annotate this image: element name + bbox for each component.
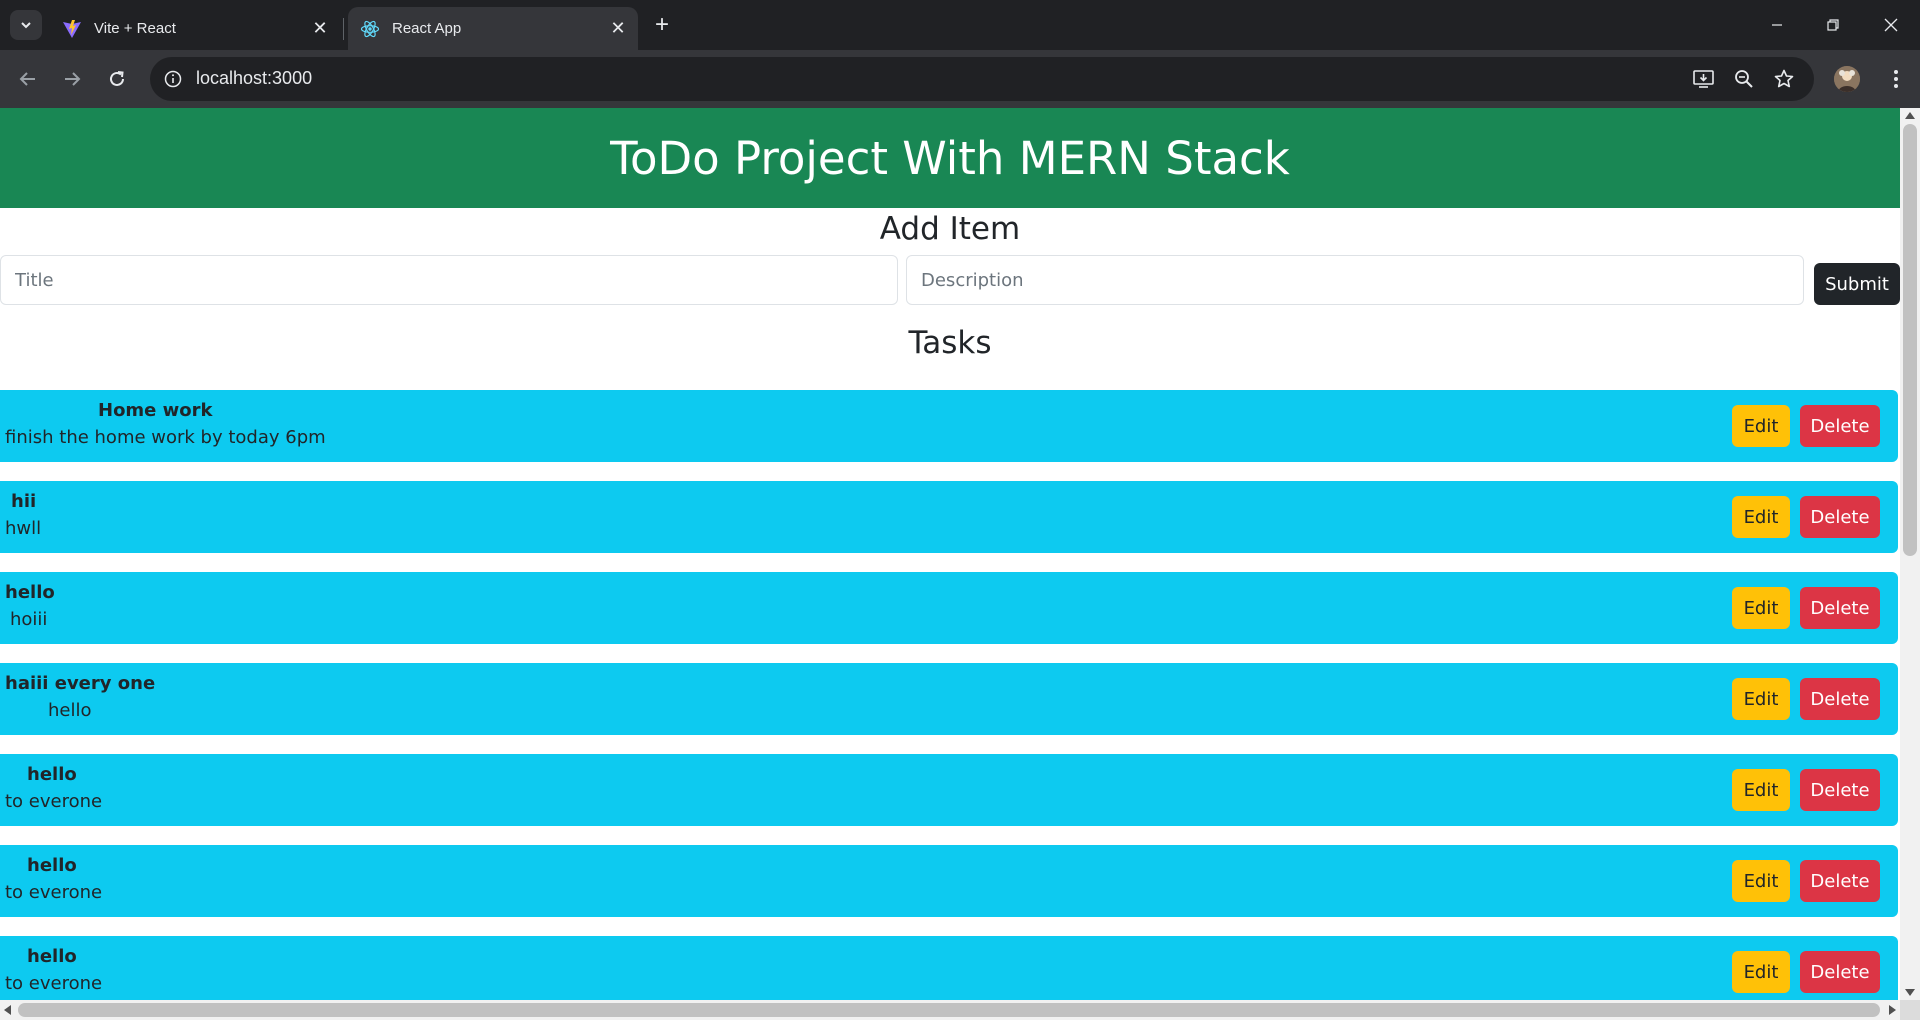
tab-strip: Vite + React ✕ React App ✕ +: [0, 0, 1920, 50]
edit-button[interactable]: Edit: [1732, 860, 1790, 902]
vite-icon: [62, 19, 82, 39]
task-description: to everone: [5, 791, 103, 812]
tab-search-button[interactable]: [10, 10, 42, 40]
scroll-right-icon[interactable]: [1889, 1005, 1896, 1015]
reload-icon: [110, 71, 124, 86]
page-viewport: ToDo Project With MERN Stack Add Item Su…: [0, 108, 1900, 1000]
task-description: hello: [48, 700, 92, 721]
scroll-left-icon[interactable]: [4, 1005, 11, 1015]
task-description: hwll: [5, 518, 42, 539]
task-title: Home work: [98, 400, 213, 421]
description-input[interactable]: [906, 255, 1804, 305]
tab-vite-react[interactable]: Vite + React ✕: [50, 7, 340, 50]
task-title: hello: [27, 946, 77, 967]
edit-button[interactable]: Edit: [1732, 769, 1790, 811]
task-item: hello hoiii Edit Delete: [0, 572, 1898, 644]
more-vert-icon: [1894, 70, 1898, 88]
task-item: hello to everone Edit Delete: [0, 754, 1898, 826]
delete-button[interactable]: Delete: [1800, 860, 1880, 902]
browser-toolbar: localhost:3000: [0, 50, 1920, 108]
edit-button[interactable]: Edit: [1732, 405, 1790, 447]
scrollbar-thumb[interactable]: [1903, 124, 1917, 556]
task-title: hello: [27, 764, 77, 785]
vertical-scrollbar[interactable]: [1900, 108, 1920, 1000]
edit-button[interactable]: Edit: [1732, 678, 1790, 720]
tasks-heading: Tasks: [908, 325, 992, 361]
forward-button[interactable]: [56, 63, 88, 95]
page-header: ToDo Project With MERN Stack: [0, 108, 1900, 208]
task-item: hello to everone Edit Delete: [0, 936, 1898, 1000]
task-item: haiii every one hello Edit Delete: [0, 663, 1898, 735]
scrollbar-corner: [1900, 1000, 1920, 1020]
react-icon: [360, 19, 380, 39]
scrollbar-thumb[interactable]: [18, 1003, 1880, 1017]
task-description: hoiii: [10, 609, 48, 630]
tab-title: React App: [392, 20, 462, 37]
minimize-button[interactable]: [1754, 0, 1800, 50]
back-button[interactable]: [12, 63, 44, 95]
tab-separator: [343, 18, 344, 40]
scroll-up-icon[interactable]: [1905, 112, 1915, 119]
restore-icon: [1827, 19, 1839, 31]
task-list: Home work finish the home work by today …: [0, 390, 1900, 1000]
restore-button[interactable]: [1810, 0, 1856, 50]
page-title: ToDo Project With MERN Stack: [610, 131, 1290, 185]
task-title: hii: [11, 491, 37, 512]
task-item: hello to everone Edit Delete: [0, 845, 1898, 917]
tab-react-app[interactable]: React App ✕: [348, 7, 638, 50]
add-item-heading: Add Item: [879, 211, 1021, 247]
edit-button[interactable]: Edit: [1732, 496, 1790, 538]
delete-button[interactable]: Delete: [1800, 496, 1880, 538]
task-item: hii hwll Edit Delete: [0, 481, 1898, 553]
address-bar[interactable]: localhost:3000: [150, 57, 1814, 101]
task-title: hello: [5, 582, 55, 603]
scroll-down-icon[interactable]: [1905, 989, 1915, 996]
close-icon[interactable]: ✕: [308, 17, 332, 41]
task-description: to everone: [5, 882, 103, 903]
arrow-left-icon: [19, 72, 35, 86]
submit-button[interactable]: Submit: [1814, 263, 1900, 305]
zoom-out-icon[interactable]: [1732, 67, 1756, 91]
profile-avatar[interactable]: [1834, 66, 1860, 92]
site-info-icon[interactable]: [162, 68, 184, 90]
delete-button[interactable]: Delete: [1800, 769, 1880, 811]
install-app-icon[interactable]: [1692, 67, 1716, 91]
task-item: Home work finish the home work by today …: [0, 390, 1898, 462]
task-description: finish the home work by today 6pm: [5, 427, 326, 448]
task-description: to everone: [5, 973, 103, 994]
horizontal-scrollbar[interactable]: [0, 1000, 1900, 1020]
reload-button[interactable]: [101, 63, 133, 95]
more-menu-button[interactable]: [1880, 63, 1912, 95]
close-icon: [1884, 18, 1898, 32]
edit-button[interactable]: Edit: [1732, 587, 1790, 629]
delete-button[interactable]: Delete: [1800, 678, 1880, 720]
task-title: haiii every one: [5, 673, 156, 694]
delete-button[interactable]: Delete: [1800, 587, 1880, 629]
window-close-button[interactable]: [1868, 0, 1914, 50]
url-text[interactable]: localhost:3000: [196, 68, 312, 89]
delete-button[interactable]: Delete: [1800, 405, 1880, 447]
edit-button[interactable]: Edit: [1732, 951, 1790, 993]
task-title: hello: [27, 855, 77, 876]
title-input[interactable]: [0, 255, 898, 305]
close-icon[interactable]: ✕: [606, 17, 630, 41]
chevron-down-icon: [21, 22, 31, 29]
tab-title: Vite + React: [94, 20, 176, 37]
delete-button[interactable]: Delete: [1800, 951, 1880, 993]
minimize-icon: [1772, 24, 1782, 26]
bookmark-star-icon[interactable]: [1772, 67, 1796, 91]
new-tab-button[interactable]: +: [648, 11, 676, 39]
arrow-right-icon: [65, 72, 81, 86]
